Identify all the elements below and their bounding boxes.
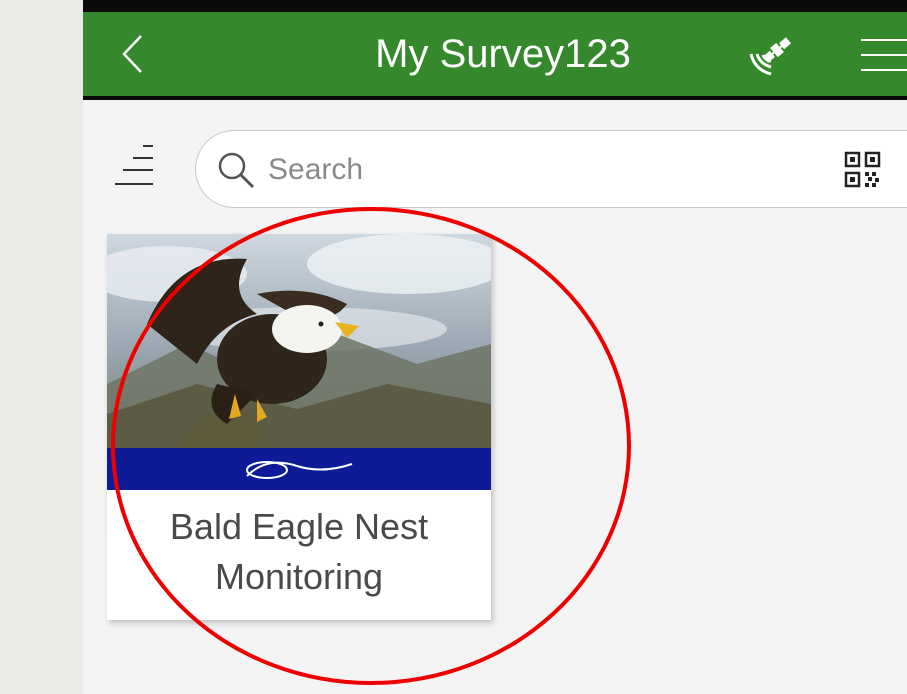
sort-icon <box>115 145 153 185</box>
main-menu-button[interactable] <box>853 32 907 78</box>
hamburger-menu-icon <box>861 39 907 71</box>
survey-title-line2: Monitoring <box>214 556 384 597</box>
location-status-button[interactable] <box>743 30 799 80</box>
app-header: My Survey123 <box>83 12 907 96</box>
search-icon <box>218 152 255 189</box>
survey-thumbnail <box>107 234 491 490</box>
survey-title: Bald Eagle Nest Monitoring <box>107 502 491 602</box>
search-bar <box>195 130 907 208</box>
page-title: My Survey123 <box>375 32 631 76</box>
survey123-app: My Survey123 Search Bald Eagle Nest Moni… <box>83 0 907 694</box>
qr-scan-button[interactable] <box>844 151 882 189</box>
search-input[interactable] <box>266 149 770 191</box>
survey-banner <box>107 448 491 490</box>
sort-button[interactable] <box>113 140 169 190</box>
satellite-icon <box>749 37 792 76</box>
chevron-left-icon <box>122 35 142 73</box>
qr-code-icon <box>844 151 881 188</box>
survey-title-line1: Bald Eagle Nest <box>169 506 429 547</box>
survey-card[interactable]: Bald Eagle Nest Monitoring <box>107 234 491 620</box>
back-button[interactable] <box>109 28 155 80</box>
